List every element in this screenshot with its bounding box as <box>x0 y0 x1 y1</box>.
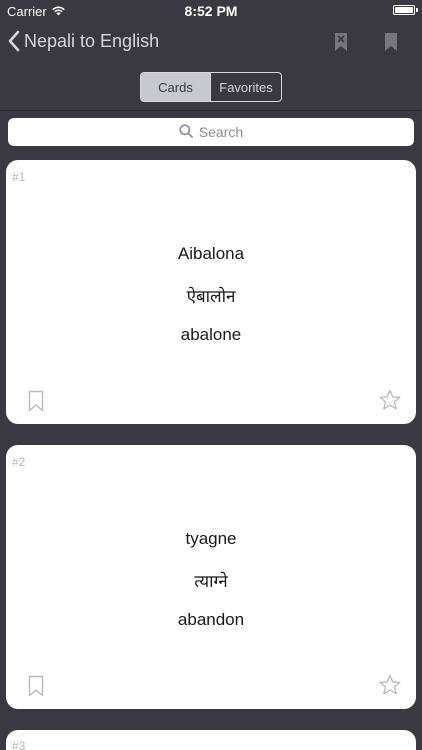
back-button-label: Nepali to English <box>24 30 160 51</box>
tab-cards[interactable]: Cards <box>141 73 211 101</box>
flashcard[interactable]: #3 <box>6 730 416 750</box>
romanized-word: Aibalona <box>177 244 245 263</box>
star-icon[interactable] <box>378 389 402 416</box>
card-number: #3 <box>12 739 26 750</box>
search-icon <box>179 123 193 141</box>
bookmark-icon[interactable] <box>28 675 44 702</box>
status-bar: Carrier 8:52 PM <box>0 0 422 22</box>
chevron-left-icon <box>8 30 20 52</box>
card-number: #1 <box>12 170 26 184</box>
segmented-control-bar: Cards Favorites <box>0 66 422 111</box>
flashcard[interactable]: #2 tyagne त्याग्ने abandon <box>6 445 416 709</box>
romanized-word: tyagne <box>185 529 237 548</box>
flashcard[interactable]: #1 Aibalona ऐबालोन abalone <box>6 160 416 424</box>
tab-favorites[interactable]: Favorites <box>211 73 281 101</box>
navigation-bar: Nepali to English <box>0 22 422 66</box>
nepali-word: त्याग्ने <box>194 572 228 591</box>
search-input[interactable]: Search <box>8 118 414 146</box>
nav-actions <box>334 32 398 57</box>
nepali-word: ऐबालोन <box>186 287 236 306</box>
card-number: #2 <box>12 455 26 469</box>
status-time: 8:52 PM <box>184 3 238 19</box>
english-word: abalone <box>180 325 242 344</box>
bookmark-x-icon[interactable] <box>334 32 348 57</box>
battery-icon <box>393 5 418 15</box>
star-icon[interactable] <box>378 674 402 701</box>
bookmark-icon[interactable] <box>28 390 44 417</box>
back-button[interactable]: Nepali to English <box>8 30 159 52</box>
search-placeholder: Search <box>198 124 244 140</box>
bookmark-icon[interactable] <box>384 32 398 57</box>
battery-fill <box>395 7 413 13</box>
segmented-control: Cards Favorites <box>140 72 282 102</box>
english-word: abandon <box>177 610 245 629</box>
